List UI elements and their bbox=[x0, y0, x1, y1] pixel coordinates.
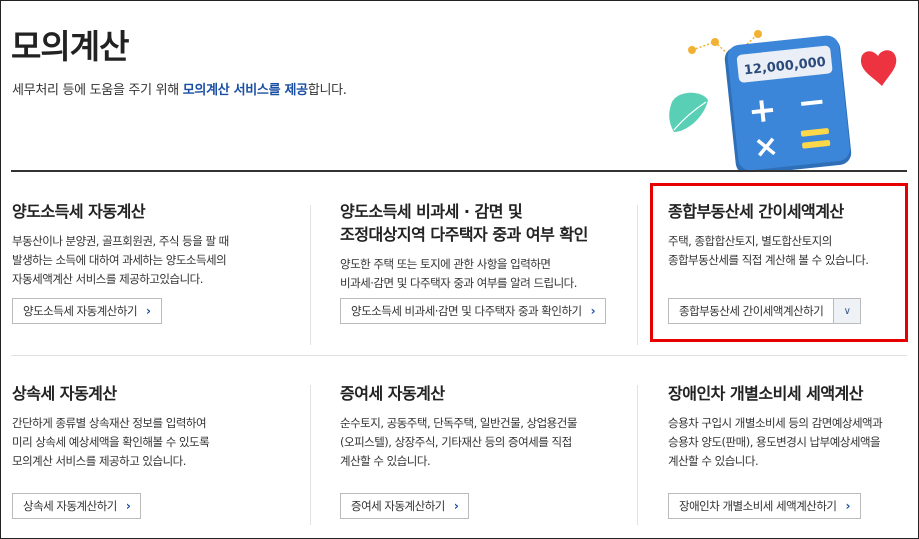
heart-icon bbox=[860, 50, 897, 86]
desc-suffix: 합니다. bbox=[307, 83, 347, 98]
capital-gains-calc-button[interactable]: 양도소득세 자동계산하기 › bbox=[12, 298, 162, 324]
desc-prefix: 세무처리 등에 도움을 주기 위해 bbox=[12, 83, 183, 98]
page-title: 모의계산 bbox=[11, 27, 129, 66]
card-capital-gains-tax: 양도소득세 자동계산 부동산이나 분양권, 골프회원권, 주식 등을 팔 때 발… bbox=[12, 200, 302, 289]
column-divider bbox=[310, 205, 311, 345]
annotation-highlight-box bbox=[650, 183, 908, 342]
gift-tax-calc-button[interactable]: 증여세 자동계산하기 › bbox=[340, 493, 470, 519]
card-title: 양도소득세 비과세 · 감면 및 조정대상지역 다주택자 중과 여부 확인 bbox=[340, 202, 588, 244]
card-title: 상속세 자동계산 bbox=[12, 384, 117, 403]
calculator-illustration: 12,000,000 + − × bbox=[669, 30, 897, 170]
card-tax-exemption-check: 양도소득세 비과세 · 감면 및 조정대상지역 다주택자 중과 여부 확인 양도한… bbox=[340, 200, 635, 293]
card-title: 증여세 자동계산 bbox=[340, 384, 445, 403]
svg-text:×: × bbox=[752, 128, 781, 165]
disabled-vehicle-tax-calc-button[interactable]: 장애인차 개별소비세 세액계산하기 › bbox=[668, 493, 861, 519]
card-gift-tax: 증여세 자동계산 순수토지, 공동주택, 단독주택, 일반건물, 상업용건물 (… bbox=[340, 382, 635, 471]
chevron-right-icon: › bbox=[845, 499, 851, 513]
column-divider bbox=[637, 205, 638, 345]
inheritance-tax-calc-button[interactable]: 상속세 자동계산하기 › bbox=[12, 493, 142, 519]
card-title: 장애인차 개별소비세 세액계산 bbox=[668, 384, 864, 403]
card-description: 순수토지, 공동주택, 단독주택, 일반건물, 상업용건물 (오피스텔), 상장… bbox=[340, 416, 577, 468]
column-divider bbox=[637, 385, 638, 525]
desc-highlight: 모의계산 서비스를 제공 bbox=[182, 83, 308, 98]
card-description: 부동산이나 분양권, 골프회원권, 주식 등을 팔 때 발생하는 소득에 대하여… bbox=[12, 234, 229, 286]
card-inheritance-tax: 상속세 자동계산 간단하게 종류별 상속재산 정보를 입력하여 미리 상속세 예… bbox=[12, 382, 302, 471]
row-divider bbox=[11, 355, 907, 356]
calculator-icon: 12,000,000 + − × bbox=[724, 35, 852, 170]
svg-text:+: + bbox=[746, 89, 779, 132]
chevron-right-icon: › bbox=[146, 304, 151, 318]
card-description: 간단하게 종류별 상속재산 정보를 입력하여 미리 상속세 예상세액을 확인해볼… bbox=[12, 416, 210, 468]
header-divider bbox=[11, 170, 907, 172]
tax-exemption-check-button[interactable]: 양도소득세 비과세·감면 및 다주택자 중과 확인하기 › bbox=[340, 298, 607, 324]
column-divider bbox=[310, 385, 311, 525]
chevron-right-icon: › bbox=[125, 499, 131, 513]
chevron-right-icon: › bbox=[453, 499, 459, 513]
svg-text:−: − bbox=[796, 81, 829, 124]
leaf-icon bbox=[669, 92, 708, 132]
chevron-right-icon: › bbox=[590, 304, 596, 318]
card-description: 승용차 구입시 개별소비세 등의 감면예상세액과 승용차 양도(판매), 용도변… bbox=[668, 416, 883, 468]
page-description: 세무처리 등에 도움을 주기 위해 모의계산 서비스를 제공합니다. bbox=[12, 79, 347, 98]
card-title: 양도소득세 자동계산 bbox=[12, 202, 146, 221]
card-disabled-vehicle-tax: 장애인차 개별소비세 세액계산 승용차 구입시 개별소비세 등의 감면예상세액과… bbox=[668, 382, 908, 471]
card-description: 양도한 주택 또는 토지에 관한 사항을 입력하면 비과세·감면 및 다주택자 … bbox=[340, 257, 577, 290]
